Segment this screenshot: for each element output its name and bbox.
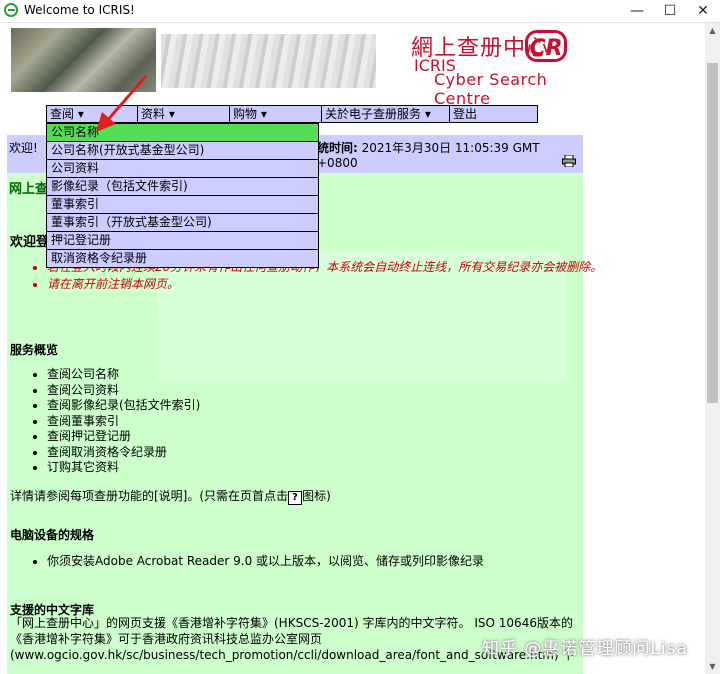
vertical-scrollbar[interactable]: ▲ ▼: [705, 23, 720, 674]
watermark: 知乎 @惠诺管理顾问Lisa: [482, 639, 688, 659]
time-label: 统时间:: [317, 141, 358, 155]
annotation-arrow-icon: [96, 75, 148, 132]
ie-icon: [4, 3, 18, 17]
maximize-button[interactable]: ☐: [653, 0, 687, 22]
services-title: 服务概览: [10, 343, 59, 357]
dropdown-item-image-records[interactable]: 影像纪录（包括文件索引): [46, 178, 319, 196]
dropdown-item-disqualification-orders[interactable]: 取消资格令纪录册: [46, 250, 319, 268]
title-bar: Welcome to ICRIS! — ☐ ✕: [0, 0, 720, 23]
services-list: 查阅公司名称 查阅公司资料 查阅影像纪录(包括文件索引) 查阅董事索引 查阅押记…: [9, 367, 200, 476]
printer-icon[interactable]: [562, 155, 576, 167]
logo-cr: CR: [525, 30, 567, 62]
list-item: 订购其它资料: [47, 460, 200, 476]
search-dropdown-menu: 公司名称 公司名称(开放式基金型公司) 公司资料 影像纪录（包括文件索引) 董事…: [46, 123, 319, 268]
help-icon: ?: [288, 491, 303, 505]
dropdown-item-company-info[interactable]: 公司资料: [46, 160, 319, 178]
dropdown-item-company-name-ofc[interactable]: 公司名称(开放式基金型公司): [46, 142, 319, 160]
menu-shopping[interactable]: 购物 ▾: [229, 105, 322, 123]
detail-prefix: 详情请参阅每项查册功能的[说明]。(只需在页首点击: [10, 489, 289, 503]
header-banner-image: [161, 34, 376, 88]
scroll-up-icon[interactable]: ▲: [705, 23, 720, 38]
system-time: 统时间: 2021年3月30日 11:05:39 GMT +0800: [317, 139, 583, 170]
lib-line: 「网上查册中心」的网页支援《香港增补字符集》(HKSCS-2001) 字库内的中…: [10, 616, 573, 630]
welcome-greeting: 欢迎!: [9, 141, 38, 155]
dropdown-item-charges-register[interactable]: 押记登记册: [46, 232, 319, 250]
scroll-down-icon[interactable]: ▼: [705, 659, 720, 674]
welcome-heading: 欢迎登: [10, 235, 50, 250]
content-heading: 网上查: [9, 182, 49, 197]
dropdown-item-director-index[interactable]: 董事索引: [46, 196, 319, 214]
close-button[interactable]: ✕: [686, 0, 720, 22]
list-item: 查阅公司资料: [47, 383, 200, 399]
dropdown-item-director-index-ofc[interactable]: 董事索引（开放式基金型公司): [46, 214, 319, 232]
detail-text: 详情请参阅每项查册功能的[说明]。(只需在页首点击? 图标): [10, 487, 331, 505]
scroll-thumb[interactable]: [707, 63, 718, 403]
list-item: 请在离开前注销本网页。: [47, 276, 607, 293]
menu-about[interactable]: 关於电子查册服务 ▾: [321, 105, 450, 123]
list-item: 查阅公司名称: [47, 367, 200, 383]
menu-logout[interactable]: 登出: [449, 105, 538, 123]
list-item: 查阅影像纪录(包括文件索引): [47, 398, 200, 414]
list-item: 查阅董事索引: [47, 414, 200, 430]
detail-suffix: 图标): [302, 489, 331, 503]
list-item: 你须安装Adobe Acrobat Reader 9.0 或以上版本，以阅览、储…: [47, 552, 484, 569]
list-item: 查阅押记登记册: [47, 429, 200, 445]
window-title: Welcome to ICRIS!: [24, 3, 135, 17]
dropdown-item-company-name[interactable]: 公司名称: [46, 123, 319, 142]
requirements-list: 你须安装Adobe Acrobat Reader 9.0 或以上版本，以阅览、储…: [9, 552, 484, 569]
requirements-title: 电脑设备的规格: [10, 528, 95, 542]
list-item: 查阅取消资格令纪录册: [47, 445, 200, 461]
logo-english: Cyber Search Centre: [434, 70, 548, 108]
minimize-button[interactable]: —: [620, 0, 654, 22]
